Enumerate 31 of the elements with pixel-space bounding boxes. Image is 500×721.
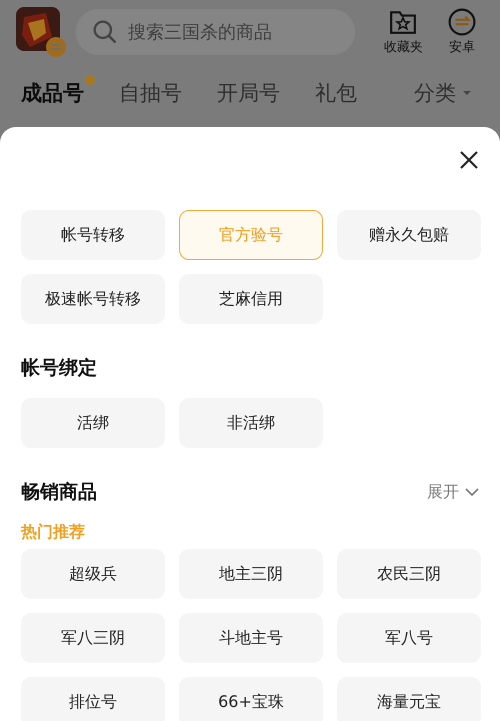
filter-chip[interactable]: 农民三阴	[337, 549, 481, 599]
filter-chip[interactable]: 排位号	[21, 677, 165, 721]
filter-chip[interactable]: 军八号	[337, 613, 481, 663]
app-icon[interactable]	[16, 7, 66, 57]
search-icon	[92, 19, 118, 45]
filter-chip[interactable]: 军八三阴	[21, 613, 165, 663]
star-folder-icon	[389, 8, 418, 36]
filter-chip[interactable]: 活绑	[21, 398, 165, 448]
subsection-title: 热门推荐	[21, 522, 86, 543]
caret-icon	[462, 90, 472, 96]
filter-chip[interactable]: 非活绑	[179, 398, 323, 448]
filter-chip[interactable]: 66+宝珠	[179, 677, 323, 721]
filter-chip[interactable]: 超级兵	[21, 549, 165, 599]
category-tab[interactable]: 成品号	[21, 79, 84, 107]
filter-chip[interactable]: 海量元宝	[337, 677, 481, 721]
filter-chip[interactable]: 赠永久包赔	[337, 210, 481, 260]
close-icon	[459, 150, 479, 170]
expand-button[interactable]: 展开	[427, 482, 479, 502]
favorites-button[interactable]: 收藏夹	[379, 8, 428, 56]
filter-chip[interactable]: 极速帐号转移	[21, 274, 165, 324]
section-title: 畅销商品	[21, 480, 97, 505]
filter-chip[interactable]: 帐号转移	[21, 210, 165, 260]
section-title: 帐号绑定	[21, 356, 97, 381]
filter-chip[interactable]: 芝麻信用	[179, 274, 323, 324]
search-field[interactable]: 搜索三国杀的商品	[76, 9, 355, 55]
close-button[interactable]	[459, 149, 481, 171]
filter-chip[interactable]: 地主三阴	[179, 549, 323, 599]
chevron-down-icon	[465, 488, 479, 496]
platform-button[interactable]: 安卓	[438, 8, 486, 56]
swap-icon	[448, 8, 476, 36]
filter-chip[interactable]: 斗地主号	[179, 613, 323, 663]
